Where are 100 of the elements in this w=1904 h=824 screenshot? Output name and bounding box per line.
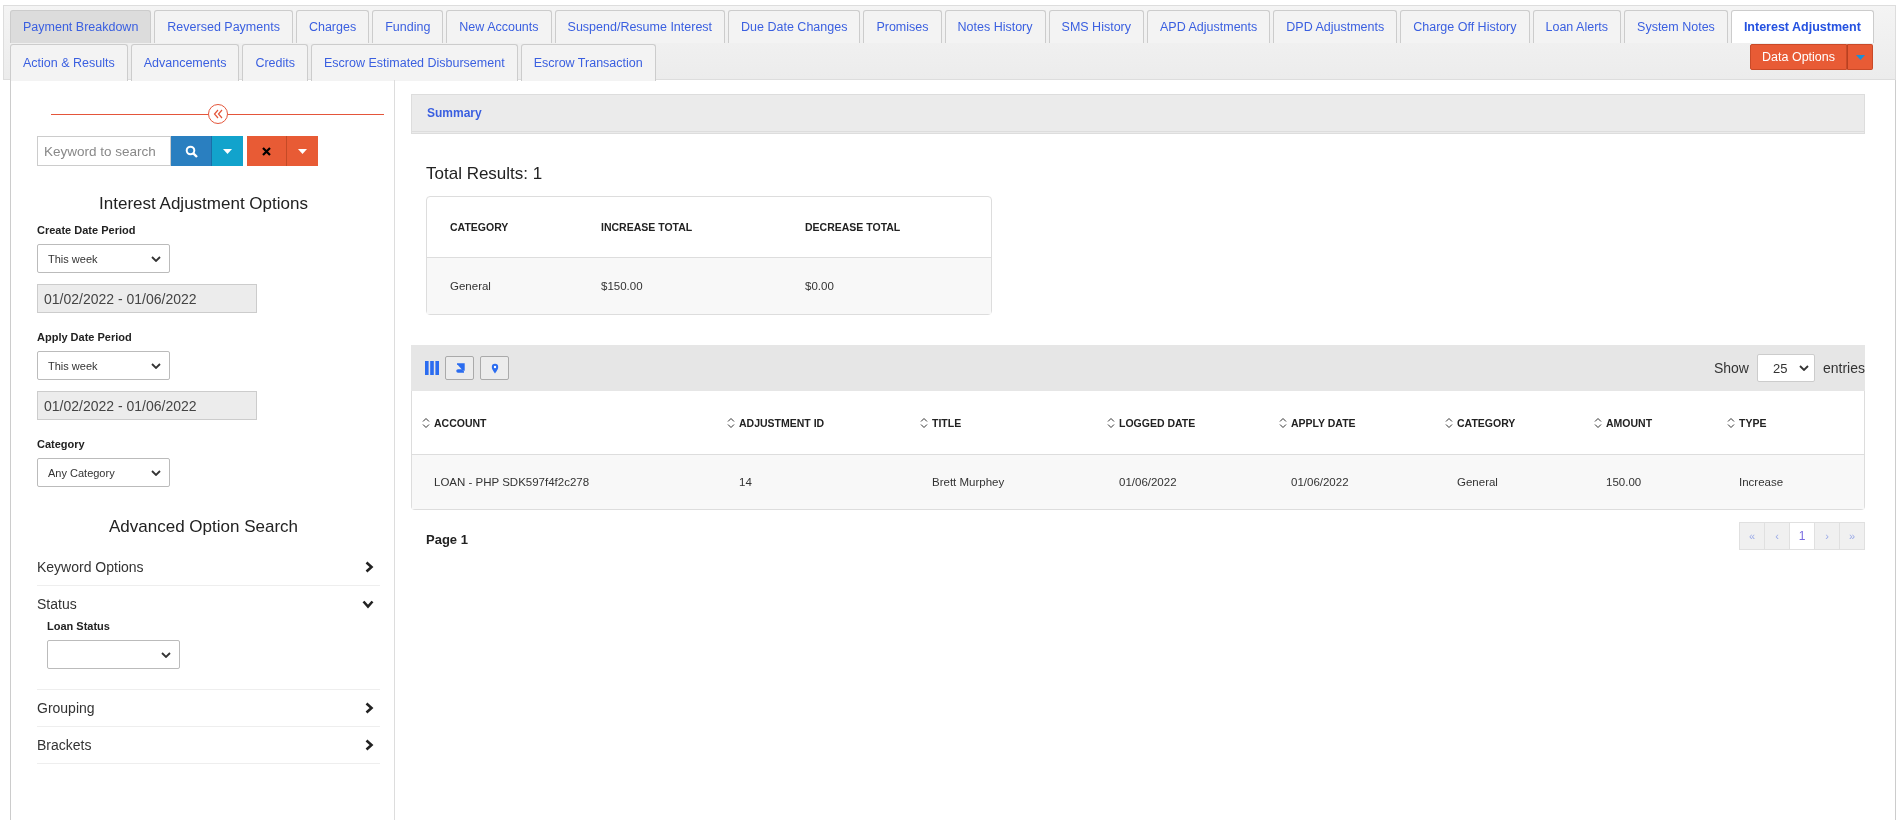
tab[interactable]: Reversed Payments [154,10,293,43]
tab[interactable]: DPD Adjustments [1273,10,1398,43]
table-cell-text: General [450,280,492,292]
sort-icon [422,416,430,429]
table-cell-text: $0.00 [805,280,835,292]
caret-icon [298,148,307,154]
tab[interactable]: Suspend/Resume Interest [554,10,726,43]
tab[interactable]: New Accounts [446,10,552,43]
chevron-down-icon [362,599,374,609]
close-icon [262,146,271,156]
show-label: Show [1713,360,1749,376]
select-field[interactable]: Any Category [37,458,170,487]
tab[interactable]: System Notes [1624,10,1728,43]
caret-icon [223,148,232,154]
table-cell-text: General [1456,476,1499,488]
select-field[interactable]: This week [37,351,170,380]
search-button[interactable] [171,136,211,166]
data-options-button[interactable]: Data Options [1750,44,1847,70]
tab[interactable]: Notes History [944,10,1046,43]
field-label: Apply Date Period [37,331,133,343]
column-header[interactable]: ADJUSTMENT ID [727,416,920,429]
dropdown-caret-button[interactable] [211,136,243,166]
clear-button[interactable] [247,136,286,166]
chevron-right-icon [365,739,374,751]
sort-icon [920,416,928,429]
chevron-right-icon [365,702,374,714]
chevron-right-icon [365,561,374,573]
tab[interactable]: Charge Off History [1400,10,1530,43]
search-icon [184,144,198,158]
sort-icon [1594,416,1602,429]
map-pin-icon [490,362,499,374]
sort-icon [1107,416,1115,429]
location-button[interactable] [480,356,509,380]
table-cell-text: 01/06/2022 [1290,476,1350,488]
options-heading: Interest Adjustment Options [98,194,309,214]
tab[interactable]: SMS History [1048,10,1144,43]
table-cell-text: Increase [1738,476,1785,488]
chevron-down-icon [151,255,161,262]
select-field[interactable] [47,640,180,669]
column-header[interactable]: ACCOUNT [422,416,727,429]
tab[interactable]: APD Adjustments [1147,10,1271,43]
keyword-search-field[interactable]: Keyword to search [37,136,171,166]
table-cell-text: 01/06/2022 [1118,476,1178,488]
tab[interactable]: Charges [295,10,370,43]
chevron-down-icon [151,469,161,476]
page-label: Page 1 [426,532,468,547]
caret-icon [1855,54,1865,60]
accordion-header[interactable]: Keyword Options [37,549,380,585]
tab[interactable]: Credits [242,44,308,81]
sort-icon [1279,416,1287,429]
select-field[interactable]: This week [37,244,170,273]
page-size-select[interactable]: 25 [1756,354,1815,382]
entries-label: entries [1822,360,1865,376]
sort-icon [727,416,735,429]
tab[interactable]: Escrow Transaction [520,44,656,81]
tab[interactable]: Escrow Estimated Disbursement [311,44,518,81]
accordion-header[interactable]: Status [37,586,380,622]
date-range-field[interactable]: 01/02/2022 - 01/06/2022 [37,284,257,313]
advanced-heading: Advanced Option Search [108,517,299,537]
dropdown-caret-button[interactable] [286,136,318,166]
accordion-header[interactable]: Grouping [37,690,380,726]
field-label: Create Date Period [37,224,137,236]
field-label: Category [37,438,86,450]
column-header[interactable]: APPLY DATE [1279,416,1445,429]
tab[interactable]: Payment Breakdown [10,10,152,43]
column-header: CATEGORY [450,221,510,233]
tab[interactable]: Funding [372,10,444,43]
column-header: DECREASE TOTAL [805,221,902,233]
accordion-header[interactable]: Brackets [37,727,380,763]
chevron-down-icon [161,651,171,658]
chevron-down-icon [1798,365,1809,371]
table-cell-text: 150.00 [1605,476,1643,488]
double-chevron-left-icon [212,109,223,119]
table-cell-text: LOAN - PHP SDK597f4f2c278 [433,476,591,488]
tab[interactable]: Promises [863,10,942,43]
tab[interactable]: Interest Adjustment [1730,10,1874,43]
date-range-field[interactable]: 01/02/2022 - 01/06/2022 [37,391,257,420]
tab[interactable]: Advancements [130,44,240,81]
collapse-button[interactable] [207,104,228,124]
column-header[interactable]: CATEGORY [1445,416,1594,429]
tab[interactable]: Due Date Changes [728,10,861,43]
table-cell-text: 14 [738,476,753,488]
column-header: INCREASE TOTAL [601,221,694,233]
columns-icon[interactable] [425,361,439,375]
tab[interactable]: Action & Results [10,44,128,81]
table-cell-text: $150.00 [601,280,644,292]
column-header[interactable]: LOGGED DATE [1107,416,1279,429]
tab[interactable]: Loan Alerts [1532,10,1622,43]
summary-header[interactable]: Summary [411,94,1865,134]
chevron-down-icon [151,362,161,369]
field-label: Loan Status [47,620,111,632]
column-header[interactable]: TITLE [920,416,1107,429]
sort-icon [1445,416,1453,429]
column-header[interactable]: TYPE [1727,416,1864,429]
book-button[interactable] [445,356,474,380]
table-cell-text: Brett Murphey [931,476,1006,488]
total-results: Total Results: 1 [426,164,544,184]
sort-icon [1727,416,1735,429]
column-header[interactable]: AMOUNT [1594,416,1727,429]
pagination-button[interactable]: 1 [1789,522,1815,550]
